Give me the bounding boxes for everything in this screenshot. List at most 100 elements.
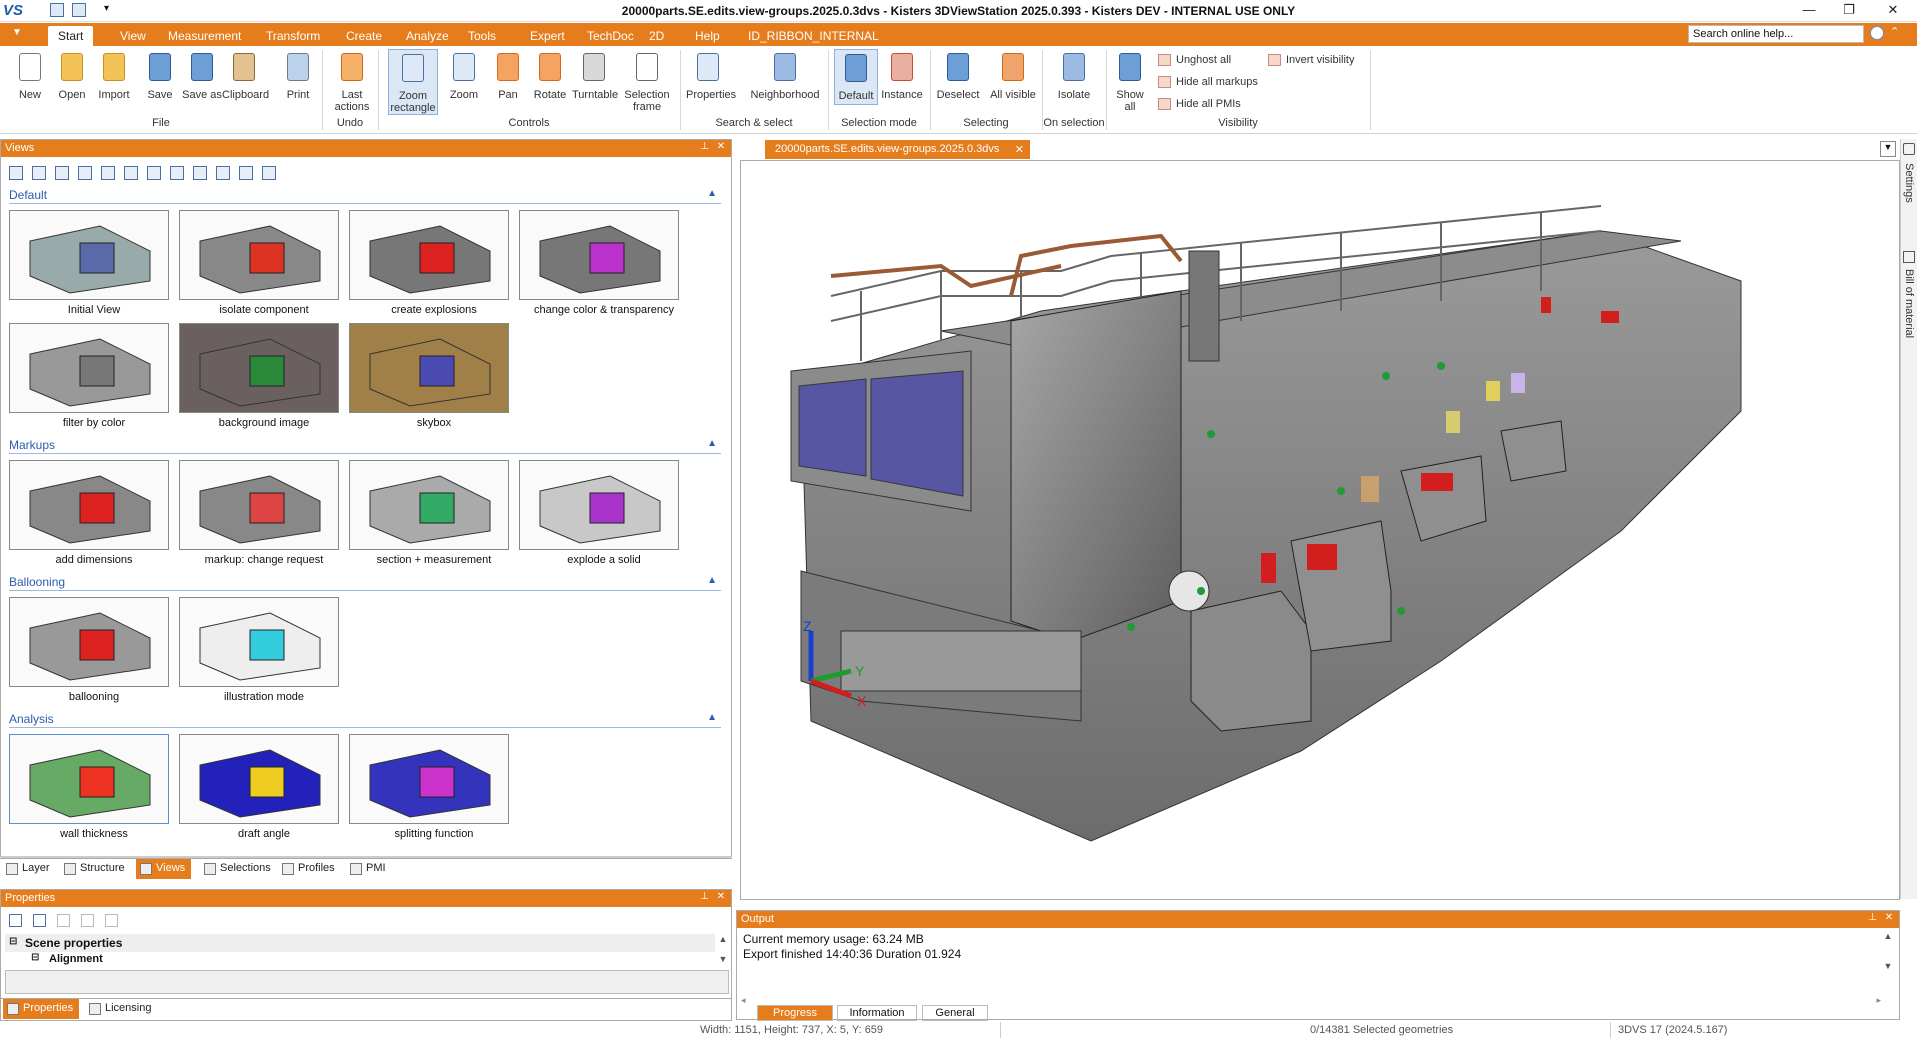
view-thumbnail[interactable]: [179, 460, 339, 550]
tab-start[interactable]: Start: [48, 26, 94, 46]
panel-tab-structure[interactable]: Structure: [60, 859, 131, 879]
view-thumbnail[interactable]: [349, 323, 509, 413]
tab-create[interactable]: Create: [336, 26, 392, 46]
tab-expert[interactable]: Expert: [520, 26, 575, 46]
collapse-chevron-icon[interactable]: ▲: [707, 712, 717, 723]
scene-properties-row[interactable]: ⊟ Scene properties: [5, 934, 715, 952]
view-thumbnail[interactable]: [9, 323, 169, 413]
view-card[interactable]: markup: change request: [179, 460, 349, 570]
add-view-icon[interactable]: [32, 166, 46, 180]
section-header-ballooning[interactable]: Ballooning ▲: [9, 575, 721, 591]
search-online-help-input[interactable]: Search online help...: [1688, 25, 1864, 43]
panel-tab-properties[interactable]: Properties: [3, 999, 80, 1019]
panel-tab-selections[interactable]: Selections: [200, 859, 277, 879]
view-thumbnail[interactable]: [9, 597, 169, 687]
output-tab-progress[interactable]: Progress: [757, 1005, 833, 1021]
pin-icon[interactable]: ⊥: [700, 141, 709, 152]
view-card[interactable]: illustration mode: [179, 597, 349, 707]
panel-tab-layer[interactable]: Layer: [2, 859, 56, 879]
selection-frame-button[interactable]: Selection frame: [622, 49, 672, 115]
close-icon[interactable]: ✕: [1878, 2, 1908, 20]
expand-all-icon[interactable]: [9, 914, 22, 927]
tab-help[interactable]: Help: [685, 26, 730, 46]
help-globe-icon[interactable]: [1870, 26, 1884, 40]
alignment-row[interactable]: ⊟ Alignment: [5, 952, 715, 966]
tab-view[interactable]: View: [110, 26, 156, 46]
refresh-icon[interactable]: [81, 914, 94, 927]
view-thumbnail[interactable]: [349, 210, 509, 300]
print-button[interactable]: Print: [276, 49, 320, 105]
update-view-icon[interactable]: [55, 166, 69, 180]
section-header-default[interactable]: Default ▲: [9, 188, 721, 204]
panel-tab-views[interactable]: Views: [136, 859, 192, 879]
filter-icon[interactable]: [105, 914, 118, 927]
minimize-icon[interactable]: —: [1794, 2, 1824, 20]
pin-icon[interactable]: ⊥: [1868, 912, 1877, 923]
collapse-all-icon[interactable]: [33, 914, 46, 927]
zoom-button[interactable]: Zoom: [442, 49, 486, 105]
save-button[interactable]: Save: [138, 49, 182, 105]
home-view-icon[interactable]: [9, 166, 23, 180]
output-scrollbar[interactable]: ▲ ▼: [1881, 931, 1895, 991]
show-all-button[interactable]: Show all: [1112, 49, 1148, 115]
view-card[interactable]: isolate component: [179, 210, 349, 320]
close-panel-icon[interactable]: ✕: [715, 141, 727, 154]
zoom-rectangle-button[interactable]: Zoom rectangle: [388, 49, 438, 115]
view-card[interactable]: wall thickness: [9, 734, 179, 844]
tab-tools[interactable]: Tools: [458, 26, 506, 46]
view-thumbnail[interactable]: [349, 734, 509, 824]
view-card[interactable]: section + measurement: [349, 460, 519, 570]
close-panel-icon[interactable]: ✕: [1883, 912, 1895, 925]
properties-button[interactable]: Properties: [686, 49, 736, 115]
view-card[interactable]: Initial View: [9, 210, 179, 320]
output-tab-information[interactable]: Information: [837, 1005, 917, 1021]
open-button[interactable]: Open: [50, 49, 94, 105]
deselect-button[interactable]: Deselect: [936, 49, 980, 105]
export-view-icon[interactable]: [216, 166, 230, 180]
settings-icon[interactable]: [262, 166, 276, 180]
delete-view-icon[interactable]: [78, 166, 92, 180]
group-view-icon[interactable]: [239, 166, 253, 180]
view-thumbnail[interactable]: [179, 597, 339, 687]
view-card[interactable]: change color & transparency: [519, 210, 689, 320]
view-card[interactable]: skybox: [349, 323, 519, 433]
copy-icon[interactable]: [57, 914, 70, 927]
play-icon[interactable]: [170, 166, 184, 180]
tab-analyze[interactable]: Analyze: [396, 26, 459, 46]
document-list-dropdown-icon[interactable]: ▼: [1880, 141, 1896, 157]
app-menu-button[interactable]: ▼: [12, 27, 22, 38]
view-thumbnail[interactable]: [349, 460, 509, 550]
view-thumbnail[interactable]: [179, 323, 339, 413]
view-card[interactable]: add dimensions: [9, 460, 179, 570]
turntable-button[interactable]: Turntable: [572, 49, 618, 105]
stop-icon[interactable]: [124, 166, 138, 180]
hide-all-markups-button[interactable]: Hide all markups: [1156, 73, 1258, 91]
pan-button[interactable]: Pan: [486, 49, 530, 105]
tab-id-ribbon-internal[interactable]: ID_RIBBON_INTERNAL: [738, 26, 889, 46]
tab-techdoc[interactable]: TechDoc: [577, 26, 644, 46]
output-hscrollbar[interactable]: ◂ ▸: [741, 995, 1881, 1005]
neighborhood-button[interactable]: Neighborhood: [746, 49, 824, 115]
panel-tab-licensing[interactable]: Licensing: [85, 999, 157, 1019]
all-visible-button[interactable]: All visible: [990, 49, 1036, 115]
import-view-icon[interactable]: [193, 166, 207, 180]
tab-measurement[interactable]: Measurement: [158, 26, 251, 46]
bill-of-material-icon[interactable]: [1903, 251, 1915, 263]
document-tab[interactable]: 20000parts.SE.edits.view-groups.2025.0.3…: [765, 140, 1030, 159]
collapse-node-icon[interactable]: ⊟: [9, 936, 17, 947]
settings-icon[interactable]: [1903, 143, 1915, 155]
last-actions-button[interactable]: Last actions: [328, 49, 376, 115]
tab-2d[interactable]: 2D: [639, 26, 674, 46]
clipboard-button[interactable]: Clipboard: [222, 49, 269, 105]
settings-tab[interactable]: Settings: [1903, 163, 1915, 203]
restore-icon[interactable]: ❐: [1834, 2, 1864, 20]
view-card[interactable]: ballooning: [9, 597, 179, 707]
section-header-analysis[interactable]: Analysis ▲: [9, 712, 721, 728]
tab-transform[interactable]: Transform: [256, 26, 330, 46]
view-thumbnail[interactable]: [179, 734, 339, 824]
section-header-markups[interactable]: Markups ▲: [9, 438, 721, 454]
view-card[interactable]: draft angle: [179, 734, 349, 844]
previous-view-icon[interactable]: [101, 166, 115, 180]
unghost-all-button[interactable]: Unghost all: [1156, 51, 1231, 69]
pin-icon[interactable]: ⊥: [700, 891, 709, 902]
